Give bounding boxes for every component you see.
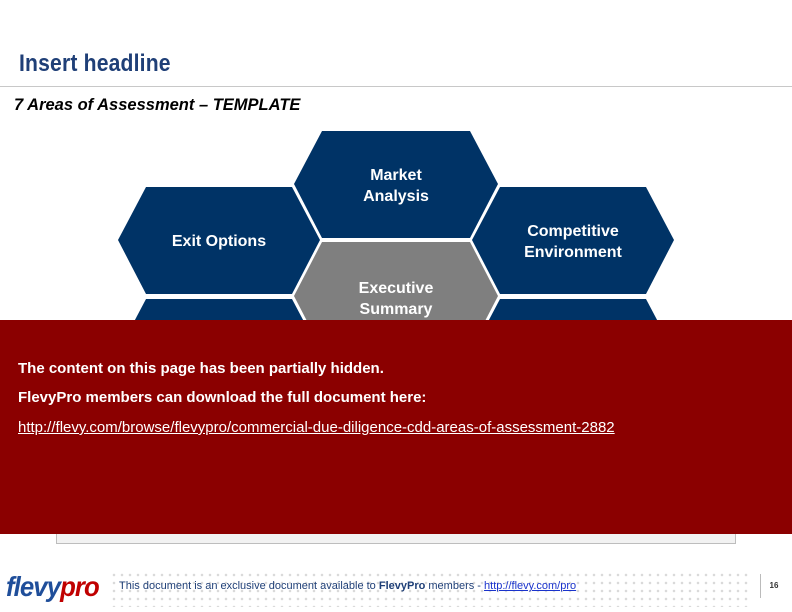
overlay-message: The content on this page has been partia… bbox=[18, 360, 384, 377]
footer-link[interactable]: http://flevy.com/pro bbox=[484, 580, 576, 592]
hexagon-shape bbox=[294, 131, 498, 238]
flevypro-logo: flevypro bbox=[6, 571, 100, 602]
download-link[interactable]: http://flevy.com/browse/flevypro/commerc… bbox=[18, 419, 615, 436]
footer-brand: FlevyPro bbox=[378, 580, 426, 592]
hexagon-label: Environment bbox=[524, 244, 622, 261]
hexagon-competitive-environment: Competitive Environment bbox=[472, 187, 674, 294]
overlay-download-prompt: FlevyPro members can download the full d… bbox=[18, 389, 427, 406]
hidden-content-overlay: The content on this page has been partia… bbox=[0, 320, 792, 534]
hexagon-exit-options: Exit Options bbox=[118, 187, 320, 294]
footer-note: This document is an exclusive document a… bbox=[119, 580, 577, 592]
hexagon-shape bbox=[472, 187, 674, 294]
hexagon-label: Executive bbox=[359, 280, 434, 297]
hexagon-label: Analysis bbox=[363, 188, 429, 205]
hexagon-label: Competitive bbox=[527, 223, 619, 240]
page-number: 16 bbox=[760, 574, 787, 598]
footer: flevypro This document is an exclusive d… bbox=[0, 566, 792, 612]
hexagon-market-analysis: Market Analysis bbox=[294, 131, 498, 238]
hexagon-label: Summary bbox=[360, 301, 433, 318]
hexagon-label: Exit Options bbox=[172, 233, 266, 250]
hexagon-label: Market bbox=[370, 167, 422, 184]
